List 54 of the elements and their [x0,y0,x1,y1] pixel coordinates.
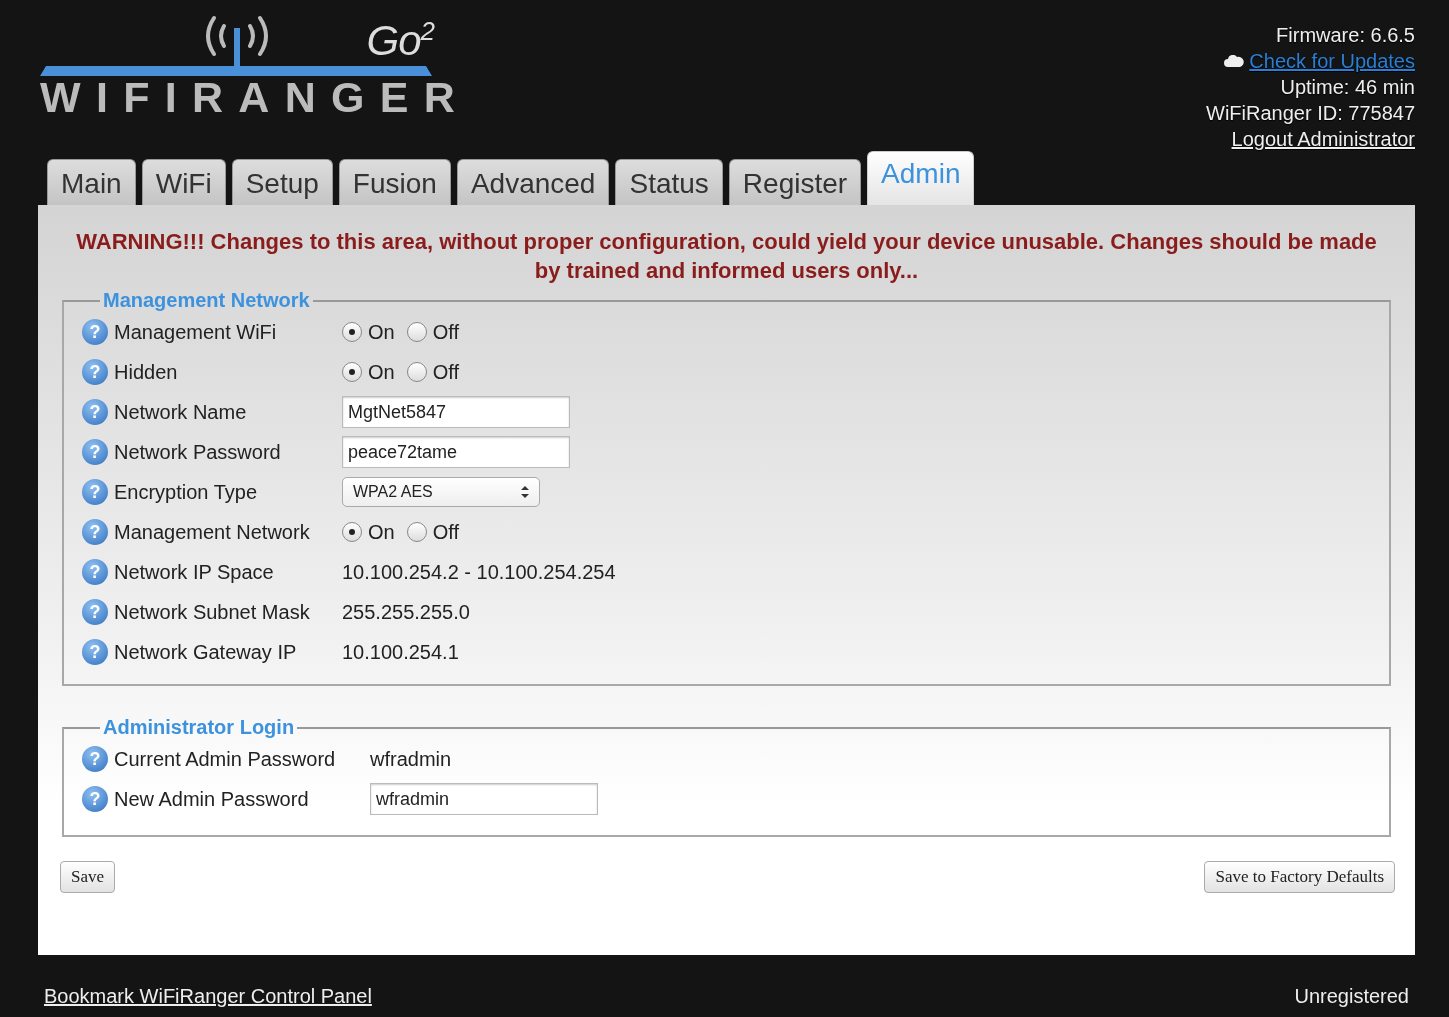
cloud-icon [1224,55,1245,67]
tab[interactable]: Register [728,159,862,205]
radio-button[interactable] [406,362,427,382]
bookmark-link[interactable]: Bookmark WiFiRanger Control Panel [44,985,372,1008]
field-label: Current Admin Password [114,747,337,771]
tab[interactable]: WiFi [141,159,226,205]
radio-label: On [368,520,395,544]
field-label: Hidden [114,360,179,384]
tab[interactable]: Status [615,159,723,205]
radio-button[interactable] [406,322,427,342]
radio-label: Off [432,320,459,344]
radio-label: Off [432,360,459,384]
select-dropdown[interactable]: WPA2 AES [342,477,540,507]
tab[interactable]: Fusion [338,159,451,205]
save-button[interactable]: Save [60,861,116,893]
field-label: Network Name [114,400,248,424]
input-field[interactable]: wfradmin [370,783,598,815]
section-title: Management Network [102,289,311,312]
radio-button[interactable] [342,362,362,382]
field-label: Network IP Space [114,560,275,584]
radio-label: On [368,320,395,344]
status-text: Uptime: 46 min [1280,75,1415,100]
section-title: Administrator Login [102,716,296,739]
input-field[interactable]: peace72tame [342,436,570,468]
logo-wordmark: WIFIRANGER [40,76,471,119]
status-text: Firmware: 6.6.5 [1276,23,1415,48]
status-text: WiFiRanger ID: 775847 [1206,101,1415,126]
warning-text: WARNING!!! Changes to this area, without proper configuration, could yield your device unusable. Changes should be made by trained and informed users only... [75,228,1378,285]
radio-button[interactable] [406,522,427,542]
radio-button[interactable] [342,322,362,342]
tab[interactable]: Setup [231,159,333,205]
updown-arrows-icon [521,485,529,499]
field-value: 255.255.255.0 [342,600,470,624]
field-value: 10.100.254.2 - 10.100.254.254 [342,560,616,584]
radio-label: Off [432,520,459,544]
field-label: Management WiFi [114,320,278,344]
logout-link[interactable]: Logout Administrator [1231,126,1415,152]
check-updates-link[interactable]: Check for Updates [1249,48,1415,74]
registration-status: Unregistered [1294,985,1409,1008]
tab[interactable]: Main [47,159,136,205]
field-label: Encryption Type [114,480,259,504]
field-value: 10.100.254.1 [342,640,459,664]
radio-button[interactable] [342,522,362,542]
input-field[interactable]: MgtNet5847 [342,396,570,428]
field-label: New Admin Password [114,787,310,811]
factory-defaults-button[interactable]: Save to Factory Defaults [1204,861,1395,893]
field-value: wfradmin [370,747,452,771]
tab[interactable]: Advanced [456,159,610,205]
radio-label: On [368,360,395,384]
logo-edition: Go$^{2}$ [366,16,434,65]
field-label: Network Password [114,440,282,464]
field-label: Network Gateway IP [114,640,298,664]
field-label: Management Network [114,520,311,544]
field-label: Network Subnet Mask [114,600,311,624]
